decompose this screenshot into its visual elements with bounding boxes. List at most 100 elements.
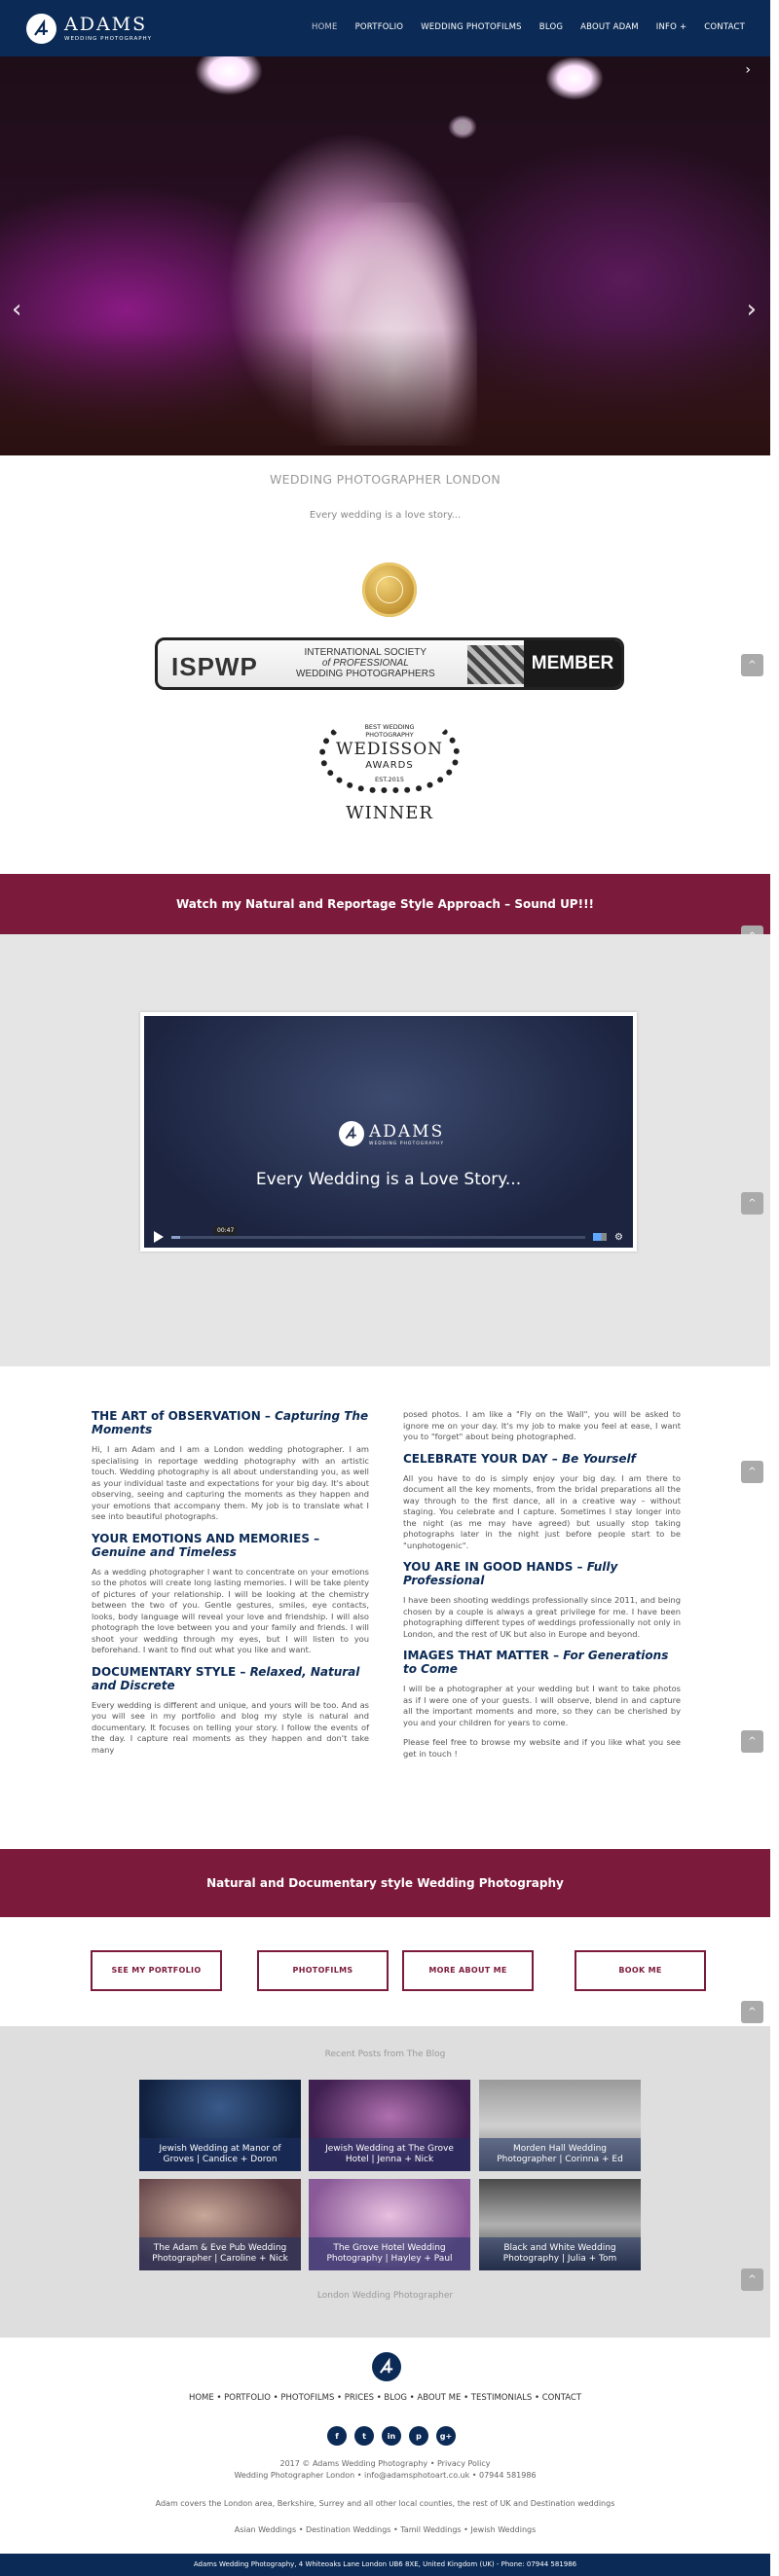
brand-tagline: WEDDING PHOTOGRAPHY [64,36,153,42]
about-text-section: THE ART of OBSERVATION – Capturing The M… [0,1366,770,1849]
paragraph: All you have to do is simply enjoy your … [403,1472,681,1550]
blog-post-card[interactable]: Black and White Wedding Photography | Ju… [479,2179,641,2270]
footer-nav[interactable]: HOME • PORTFOLIO • PHOTOFILMS • PRICES •… [0,2393,770,2403]
video-logo: ADAMS WEDDING PHOTOGRAPHY [339,1121,444,1146]
section-heading: YOUR EMOTIONS AND MEMORIES – Genuine and… [92,1532,369,1559]
book-me-button[interactable]: BOOK ME [575,1950,706,1991]
style-banner: Natural and Documentary style Wedding Ph… [0,1849,770,1917]
ispwp-member-label: MEMBER [524,640,621,687]
heading-italic: Be Yourself [561,1451,636,1466]
checker-pattern [467,645,526,684]
blog-post-card[interactable]: Morden Hall Wedding Photographer | Corin… [479,2080,641,2171]
cta-buttons: SEE MY PORTFOLIO PHOTOFILMS MORE ABOUT M… [0,1917,770,2026]
copyright-text: 2017 © Adams Wedding Photography • Priva… [279,2459,491,2468]
page-edge [770,0,779,2576]
linkedin-icon[interactable]: in [382,2426,401,2446]
social-links: f t in p g+ [327,2426,456,2446]
ispwp-line: INTERNATIONAL SOCIETY [304,647,427,658]
chevron-right-icon[interactable]: › [747,295,757,324]
video-section: ADAMS WEDDING PHOTOGRAPHY Every Wedding … [0,934,770,1366]
logo-mark-icon [26,14,56,44]
section-heading: CELEBRATE YOUR DAY – Be Yourself [403,1452,681,1466]
back-to-top-button[interactable]: ^ [741,1461,763,1483]
stage-light [195,56,263,95]
wedisson-line: PHOTOGRAPHY [365,731,414,739]
back-to-top-button[interactable]: ^ [741,1730,763,1753]
hero-slider[interactable]: › ‹ › [0,56,770,455]
twitter-icon[interactable]: t [354,2426,374,2446]
logo-mark-icon [339,1121,364,1146]
paragraph: As a wedding photographer I want to conc… [92,1566,369,1655]
video-controls: 00:47 ⚙ [144,1225,633,1248]
video-time: 00:47 [214,1225,238,1235]
google-plus-icon[interactable]: g+ [436,2426,456,2446]
recent-posts-heading: Recent Posts from The Blog [324,2050,446,2059]
heading-text: THE ART of OBSERVATION – [92,1409,271,1423]
gear-icon[interactable]: ⚙ [614,1232,623,1243]
wedisson-winner: WINNER [346,803,433,823]
main-nav: HOME PORTFOLIO WEDDING PHOTOFILMS BLOG A… [303,22,754,32]
wedisson-est: EST.2015 [374,776,405,783]
heading-text: IMAGES THAT MATTER – [403,1649,560,1662]
nav-blog[interactable]: BLOG [531,22,572,32]
back-to-top-button[interactable]: ^ [741,2001,763,2023]
paragraph: posed photos. I am like a "Fly on the Wa… [403,1409,681,1441]
scroll-up-icon[interactable]: › [745,62,751,78]
pinterest-icon[interactable]: p [409,2426,428,2446]
site-footer: HOME • PORTFOLIO • PHOTOFILMS • PRICES •… [0,2338,770,2554]
see-my-portfolio-button[interactable]: SEE MY PORTFOLIO [91,1950,222,1991]
blog-post-card[interactable]: The Grove Hotel Wedding Photography | Ha… [309,2179,470,2270]
nav-about-adam[interactable]: ABOUT ADAM [572,22,648,32]
blog-post-card[interactable]: The Adam & Eve Pub Wedding Photographer … [139,2179,301,2270]
blog-post-card[interactable]: Jewish Wedding at The Grove Hotel | Jenn… [309,2080,470,2171]
heading-text: DOCUMENTARY STYLE – [92,1664,246,1679]
nav-home[interactable]: HOME [303,22,347,32]
ispwp-line: WEDDING PHOTOGRAPHERS [296,669,435,679]
nav-wedding-photofilms[interactable]: WEDDING PHOTOFILMS [412,22,531,32]
section-heading: IMAGES THAT MATTER – For Generations to … [403,1649,681,1676]
site-header: ADAMS WEDDING PHOTOGRAPHY HOME PORTFOLIO… [0,0,779,56]
video-progress-bar[interactable]: 00:47 [171,1225,586,1239]
blog-post-title: Morden Hall Wedding Photographer | Corin… [479,2138,641,2171]
paragraph: I have been shooting weddings profession… [403,1595,681,1639]
coverage-areas: Adam covers the London area, Berkshire, … [155,2499,615,2508]
site-logo[interactable]: ADAMS WEDDING PHOTOGRAPHY [26,14,152,44]
volume-icon[interactable] [593,1233,608,1241]
blog-post-card[interactable]: Jewish Wedding at Manor of Groves | Cand… [139,2080,301,2171]
back-to-top-button[interactable]: ^ [741,654,763,676]
ispwp-line: of PROFESSIONAL [321,658,409,669]
blog-post-title: The Grove Hotel Wedding Photography | Ha… [309,2237,470,2270]
photofilms-button[interactable]: PHOTOFILMS [257,1950,389,1991]
wedisson-line: BEST WEDDING [364,723,415,731]
blog-post-title: Jewish Wedding at The Grove Hotel | Jenn… [309,2138,470,2171]
stage-light [545,56,604,100]
heading-italic: Genuine and Timeless [92,1544,237,1559]
text-column-right: posed photos. I am like a "Fly on the Wa… [403,1409,681,1768]
nav-contact[interactable]: CONTACT [695,22,754,32]
hero-floor [0,329,770,455]
blog-footer-text: London Wedding Photographer [316,2291,454,2301]
ispwp-logo: ISPWP [171,652,258,681]
back-to-top-button[interactable]: ^ [741,1192,763,1215]
address-bar: Adams Wedding Photography, 4 Whiteoaks L… [0,2554,770,2576]
chevron-left-icon[interactable]: ‹ [12,295,21,324]
video-progress-fill [171,1235,180,1239]
nav-info[interactable]: INFO + [648,22,695,32]
nav-portfolio[interactable]: PORTFOLIO [347,22,413,32]
ispwp-member-badge[interactable]: ISPWP INTERNATIONAL SOCIETY of PROFESSIO… [155,637,624,690]
heading-text: CELEBRATE YOUR DAY – [403,1451,558,1466]
ispwp-text: INTERNATIONAL SOCIETY of PROFESSIONAL WE… [296,647,435,679]
video-brand-tagline: WEDDING PHOTOGRAPHY [369,1141,445,1146]
brand-name: ADAMS [64,14,148,35]
logo-mark-icon[interactable] [372,2352,401,2381]
facebook-icon[interactable]: f [327,2426,347,2446]
video-player[interactable]: ADAMS WEDDING PHOTOGRAPHY Every Wedding … [140,1012,637,1252]
wedisson-award-badge[interactable]: BEST WEDDING PHOTOGRAPHY WEDISSON AWARDS … [312,715,467,830]
wedding-type-links[interactable]: Asian Weddings • Destination Weddings • … [0,2525,770,2534]
page-title: WEDDING PHOTOGRAPHER LONDON [270,472,501,487]
more-about-me-button[interactable]: MORE ABOUT ME [402,1950,534,1991]
back-to-top-button[interactable]: ^ [741,2268,763,2291]
paragraph: Every wedding is different and unique, a… [92,1699,369,1755]
play-icon[interactable] [154,1231,164,1243]
paragraph: Hi, I am Adam and I am a London wedding … [92,1444,369,1521]
